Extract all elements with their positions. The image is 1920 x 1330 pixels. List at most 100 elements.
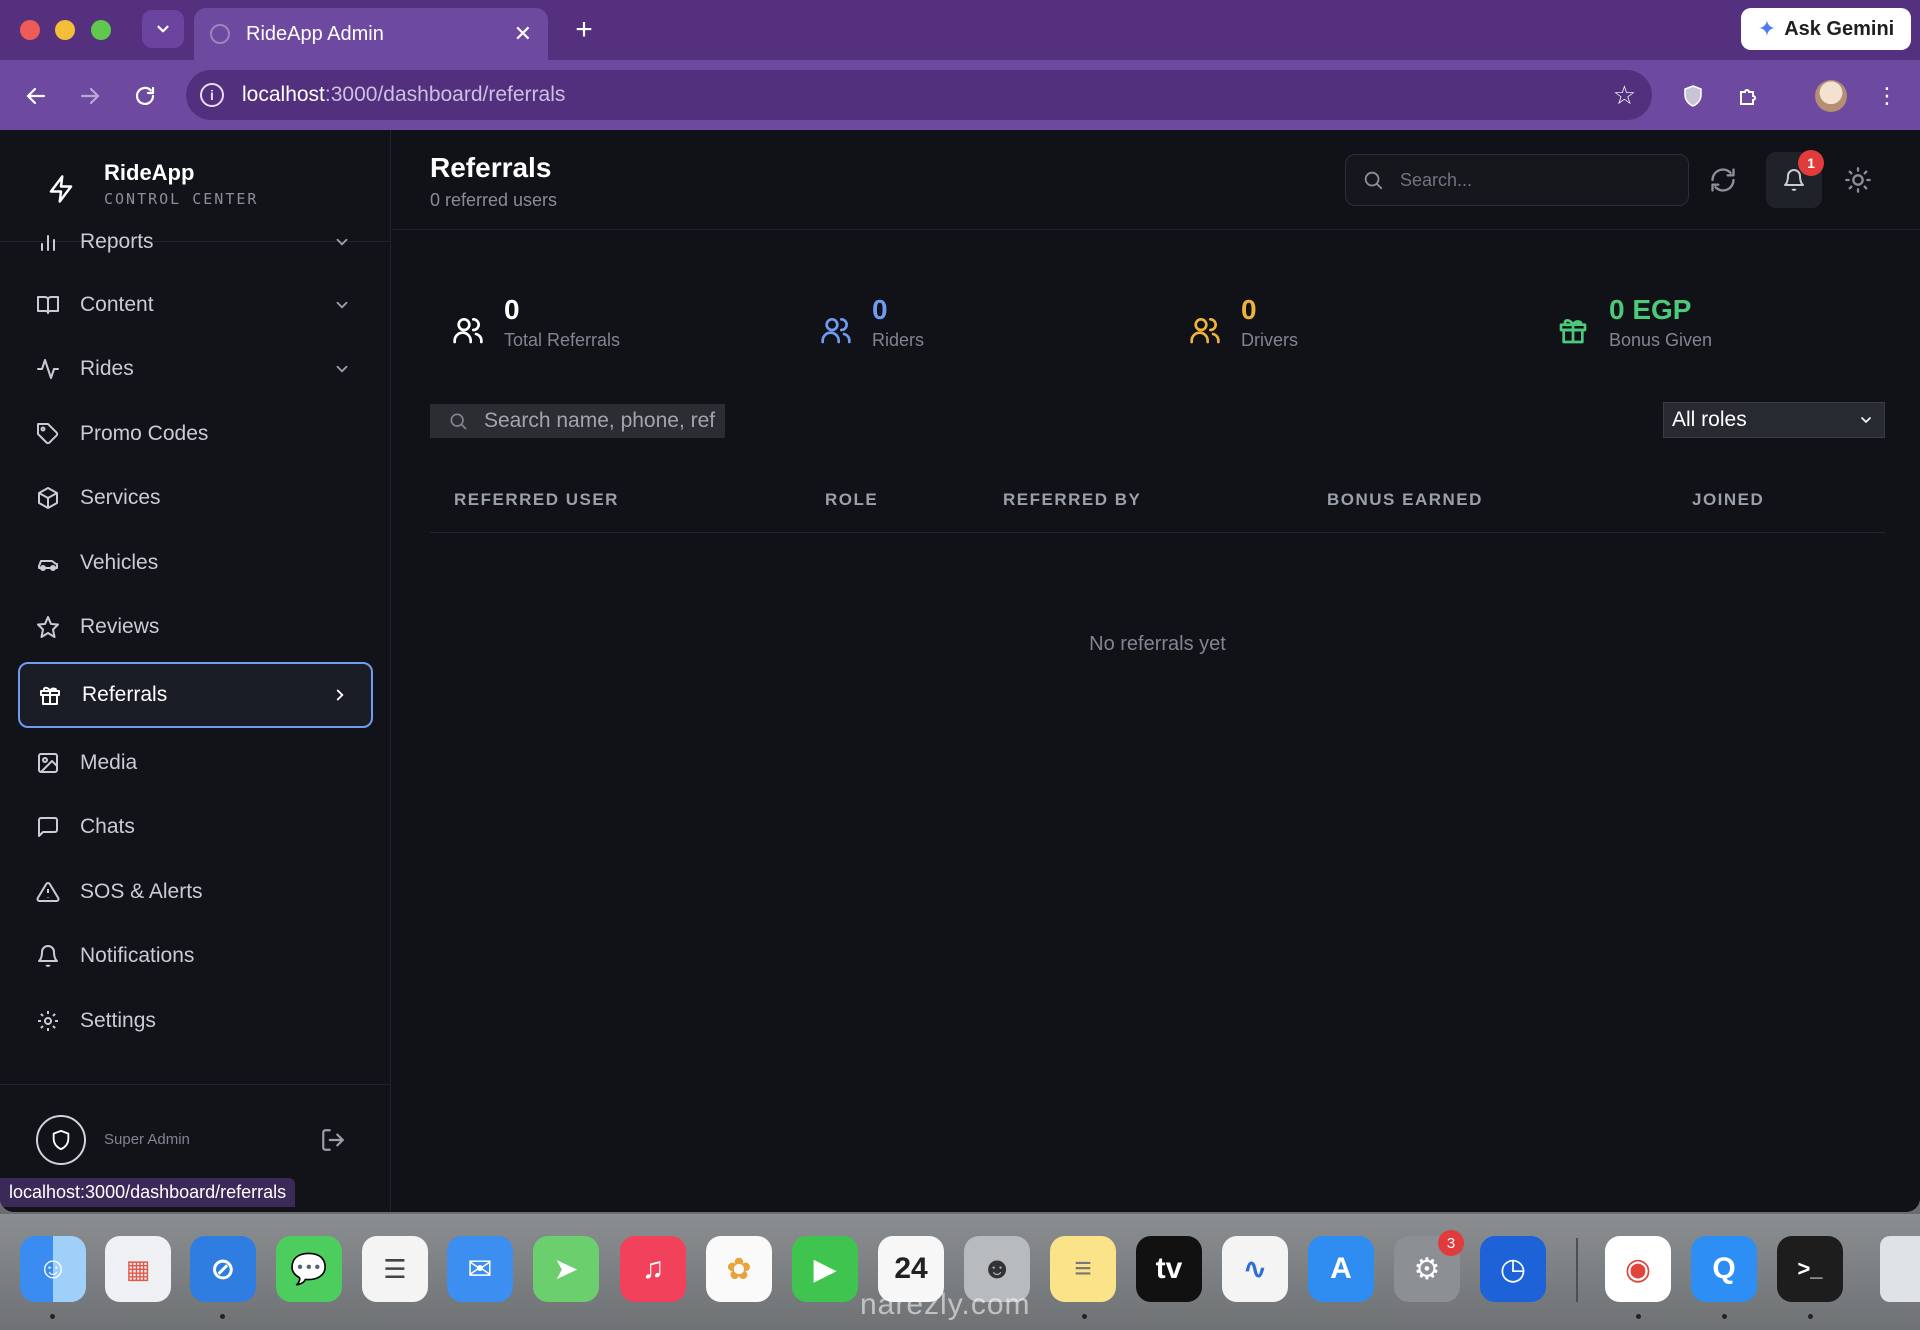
reminders-icon[interactable]: ☰ <box>362 1236 428 1302</box>
page-title: Referrals <box>430 152 552 183</box>
photos-icon[interactable]: ✿ <box>706 1236 772 1302</box>
referral-search-input[interactable]: Search name, phone, ref <box>430 404 725 438</box>
browser-tab[interactable]: RideApp Admin ✕ <box>194 8 548 60</box>
column-joined[interactable]: JOINED <box>1692 490 1764 510</box>
brand-subtitle: CONTROL CENTER <box>104 190 259 208</box>
profile-avatar[interactable] <box>1813 78 1849 114</box>
ask-gemini-button[interactable]: ✦ Ask Gemini <box>1741 8 1911 50</box>
chrome-icon[interactable]: ◉ <box>1605 1236 1671 1302</box>
tab-title: RideApp Admin <box>246 22 384 45</box>
finder-icon[interactable]: ☺ <box>20 1236 86 1302</box>
bell-icon <box>38 945 58 967</box>
global-search-placeholder: Search... <box>1400 169 1473 190</box>
star-icon <box>37 616 59 638</box>
column-referred-by[interactable]: REFERRED BY <box>1003 490 1141 510</box>
users-icon <box>821 318 851 344</box>
sidebar-item-services[interactable]: Services <box>18 468 373 528</box>
sidebar-item-label: Rides <box>80 357 134 380</box>
column-bonus-earned[interactable]: BONUS EARNED <box>1327 490 1483 510</box>
terminal-icon[interactable]: >_ <box>1777 1236 1843 1302</box>
quicktime-icon[interactable]: Q <box>1691 1236 1757 1302</box>
arrow-right-icon <box>80 87 100 105</box>
link-status-url: localhost:3000/dashboard/referrals <box>0 1178 296 1207</box>
sidebar-item-chats[interactable]: Chats <box>18 797 373 857</box>
back-button[interactable] <box>18 78 54 114</box>
sidebar-item-label: Vehicles <box>80 551 159 574</box>
apple-tv-icon[interactable]: tv <box>1136 1236 1202 1302</box>
book-icon <box>37 296 59 314</box>
column-role[interactable]: ROLE <box>825 490 878 510</box>
chevron-down-icon <box>336 301 348 309</box>
maps-icon[interactable]: ➤ <box>533 1236 599 1302</box>
shield-icon <box>52 1129 70 1151</box>
notes-icon[interactable]: ≡ <box>1050 1236 1116 1302</box>
stats-row: 0 Total Referrals 0 Riders 0 Drivers 0 E… <box>430 290 1890 370</box>
extensions-puzzle-icon[interactable] <box>1731 78 1767 114</box>
logout-icon[interactable] <box>320 1127 346 1153</box>
page-subtitle: 0 referred users <box>430 190 558 210</box>
minimize-window-button[interactable] <box>55 20 75 40</box>
dock-separator <box>1576 1238 1578 1302</box>
sidebar-item-reviews[interactable]: Reviews <box>18 597 373 657</box>
column-referred-user[interactable]: REFERRED USER <box>454 490 619 510</box>
sidebar-item-label: Referrals <box>82 683 168 706</box>
running-indicator <box>220 1314 225 1319</box>
sidebar-item-notifications[interactable]: Notifications <box>18 926 373 986</box>
running-indicator <box>1636 1314 1641 1319</box>
launchpad-icon[interactable]: ▦ <box>105 1236 171 1302</box>
time-machine-icon[interactable]: ◷ <box>1480 1236 1546 1302</box>
role-filter-select[interactable]: All roles <box>1663 402 1885 438</box>
bar-chart-icon <box>41 235 55 251</box>
maximize-window-button[interactable] <box>91 20 111 40</box>
user-role: Super Admin <box>104 1131 190 1148</box>
url-path: :3000/dashboard/referrals <box>324 83 566 106</box>
close-tab-icon[interactable]: ✕ <box>514 21 532 47</box>
theme-toggle-sun-icon[interactable] <box>1844 166 1872 194</box>
sidebar-item-media[interactable]: Media <box>18 733 373 793</box>
refresh-icon[interactable] <box>1709 166 1737 194</box>
sidebar-item-referrals[interactable]: Referrals <box>18 662 373 728</box>
tab-search-button[interactable] <box>142 10 184 48</box>
downloads-stack-icon[interactable] <box>1880 1236 1920 1302</box>
sidebar-item-rides[interactable]: Rides <box>18 339 373 399</box>
stat-label: Bonus Given <box>1609 330 1713 350</box>
facetime-icon[interactable]: ▶ <box>792 1236 858 1302</box>
new-tab-button[interactable]: + <box>566 12 602 48</box>
activity-icon <box>37 359 59 379</box>
chevron-right-icon <box>336 689 344 701</box>
stat-label: Drivers <box>1241 330 1298 350</box>
avatar <box>1815 80 1847 112</box>
browser-menu-icon[interactable]: ⋮ <box>1869 78 1905 114</box>
watermark: narezly.com <box>860 1288 1031 1321</box>
freeform-icon[interactable]: ∿ <box>1222 1236 1288 1302</box>
address-bar[interactable]: i localhost:3000/dashboard/referrals ☆ <box>186 70 1652 120</box>
browser-window: RideApp Admin ✕ + ✦ Ask Gemini i localho… <box>0 0 1920 1212</box>
music-icon[interactable]: ♫ <box>620 1236 686 1302</box>
safari-icon[interactable]: ⊘ <box>190 1236 256 1302</box>
sidebar-item-sos-alerts[interactable]: SOS & Alerts <box>18 862 373 922</box>
mail-icon[interactable]: ✉ <box>447 1236 513 1302</box>
messages-icon[interactable]: 💬 <box>276 1236 342 1302</box>
global-search-input[interactable]: Search... <box>1345 154 1689 206</box>
bookmark-star-icon[interactable]: ☆ <box>1613 80 1636 111</box>
url-text: localhost:3000/dashboard/referrals <box>242 83 565 107</box>
sidebar-item-label: Content <box>80 293 154 316</box>
sidebar-item-reports[interactable]: Reports <box>18 212 373 272</box>
globe-icon <box>210 24 230 44</box>
extension-shield-icon[interactable] <box>1675 78 1711 114</box>
user-avatar[interactable] <box>36 1115 86 1165</box>
stat-drivers: 0 Drivers <box>1167 290 1535 370</box>
sidebar-item-label: Media <box>80 751 138 774</box>
forward-button[interactable] <box>72 78 108 114</box>
site-info-icon[interactable]: i <box>200 83 224 107</box>
close-window-button[interactable] <box>20 20 40 40</box>
sidebar-item-vehicles[interactable]: Vehicles <box>18 533 373 593</box>
brand-name: RideApp <box>104 160 195 185</box>
admin-app: RideApp CONTROL CENTER Reports Content R… <box>0 130 1920 1212</box>
reload-button[interactable] <box>127 78 163 114</box>
sidebar-item-settings[interactable]: Settings <box>18 991 373 1051</box>
sidebar-item-promo-codes[interactable]: Promo Codes <box>18 404 373 464</box>
app-store-icon[interactable]: A <box>1308 1236 1374 1302</box>
car-icon <box>38 560 58 571</box>
sidebar-item-content[interactable]: Content <box>18 275 373 335</box>
